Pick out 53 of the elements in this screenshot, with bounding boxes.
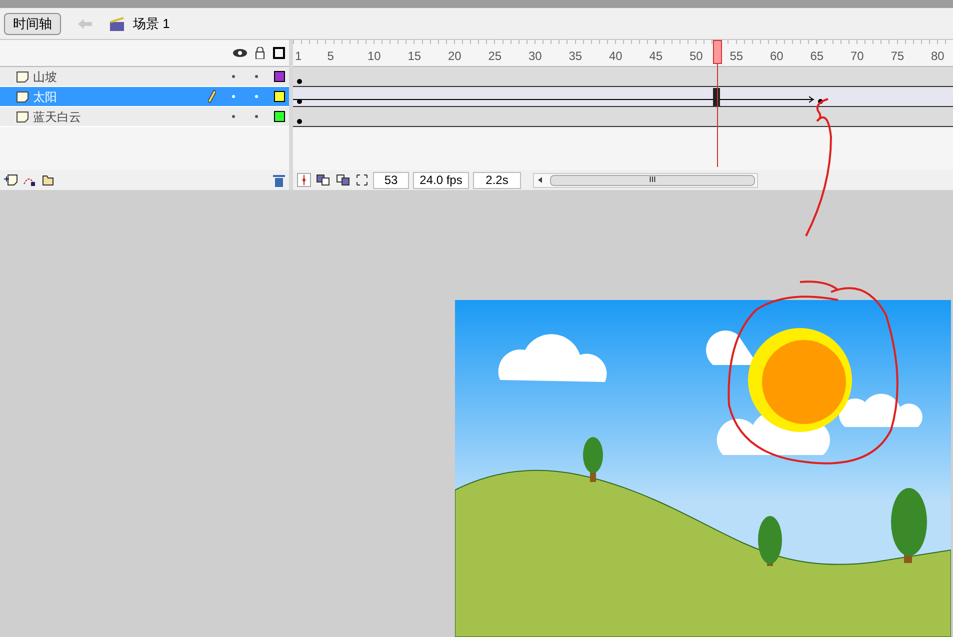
frame-number: 55 (730, 48, 744, 65)
current-frame-field[interactable]: 53 (373, 172, 409, 188)
layer-row[interactable]: 山坡 (0, 67, 289, 87)
layer-name: 蓝天白云 (33, 108, 82, 126)
layer-color-swatch[interactable] (274, 91, 285, 102)
frame-number: 25 (488, 48, 502, 65)
scroll-thumb[interactable]: III (550, 174, 755, 186)
frame-number: 60 (770, 48, 784, 65)
frame-rate-field[interactable]: 24.0 fps (413, 172, 469, 188)
frame-number: 35 (568, 48, 582, 65)
frame-number: 80 (930, 48, 944, 65)
horizontal-scrollbar[interactable]: III (533, 172, 758, 188)
outline-square-icon[interactable] (273, 47, 285, 59)
frame-track[interactable] (293, 67, 953, 87)
timeline-button[interactable]: 时间轴 (4, 12, 61, 34)
center-frame-icon[interactable] (297, 173, 311, 187)
onion-skin-icon[interactable] (315, 173, 331, 187)
layer-icon (16, 70, 29, 82)
frame-number: 45 (649, 48, 663, 65)
playhead-line[interactable] (712, 40, 723, 167)
trash-icon[interactable] (273, 174, 285, 186)
frame-number: 40 (608, 48, 622, 65)
layer-color-swatch[interactable] (274, 111, 285, 122)
eye-icon[interactable] (233, 48, 247, 58)
clapperboard-icon (109, 16, 125, 32)
onion-outline-icon[interactable] (335, 173, 351, 187)
layer-name: 山坡 (33, 68, 58, 86)
frame-number: 50 (689, 48, 703, 65)
frame-ruler[interactable]: 1 5 10 15 20 25 30 35 40 45 50 55 60 65 70 75 80 (293, 40, 953, 67)
layer-icon (16, 110, 29, 122)
frame-number: 10 (367, 48, 381, 65)
lock-icon[interactable] (255, 47, 265, 59)
scroll-left-arrow-icon[interactable] (538, 177, 542, 183)
frame-number: 20 (448, 48, 462, 65)
frame-number: 70 (850, 48, 864, 65)
frame-number: 75 (890, 48, 904, 65)
frame-number: 1 (295, 48, 302, 65)
layer-name: 太阳 (33, 88, 58, 106)
frame-track[interactable] (293, 107, 953, 127)
frame-number: 5 (327, 48, 334, 65)
new-folder-icon[interactable] (40, 174, 54, 186)
frame-number: 30 (528, 48, 542, 65)
frame-number: 65 (810, 48, 824, 65)
new-layer-icon[interactable] (4, 174, 18, 186)
frame-number: 15 (408, 48, 422, 65)
arrowhead-icon (809, 96, 814, 103)
layer-icon (16, 90, 29, 102)
edit-frames-icon[interactable] (355, 173, 369, 187)
elapsed-time-field[interactable]: 2.2s (473, 172, 521, 188)
layer-color-swatch[interactable] (274, 71, 285, 82)
frame-track[interactable] (293, 87, 953, 107)
layer-row[interactable]: 蓝天白云 (0, 107, 289, 127)
scene-label[interactable]: 场景 1 (133, 14, 170, 34)
